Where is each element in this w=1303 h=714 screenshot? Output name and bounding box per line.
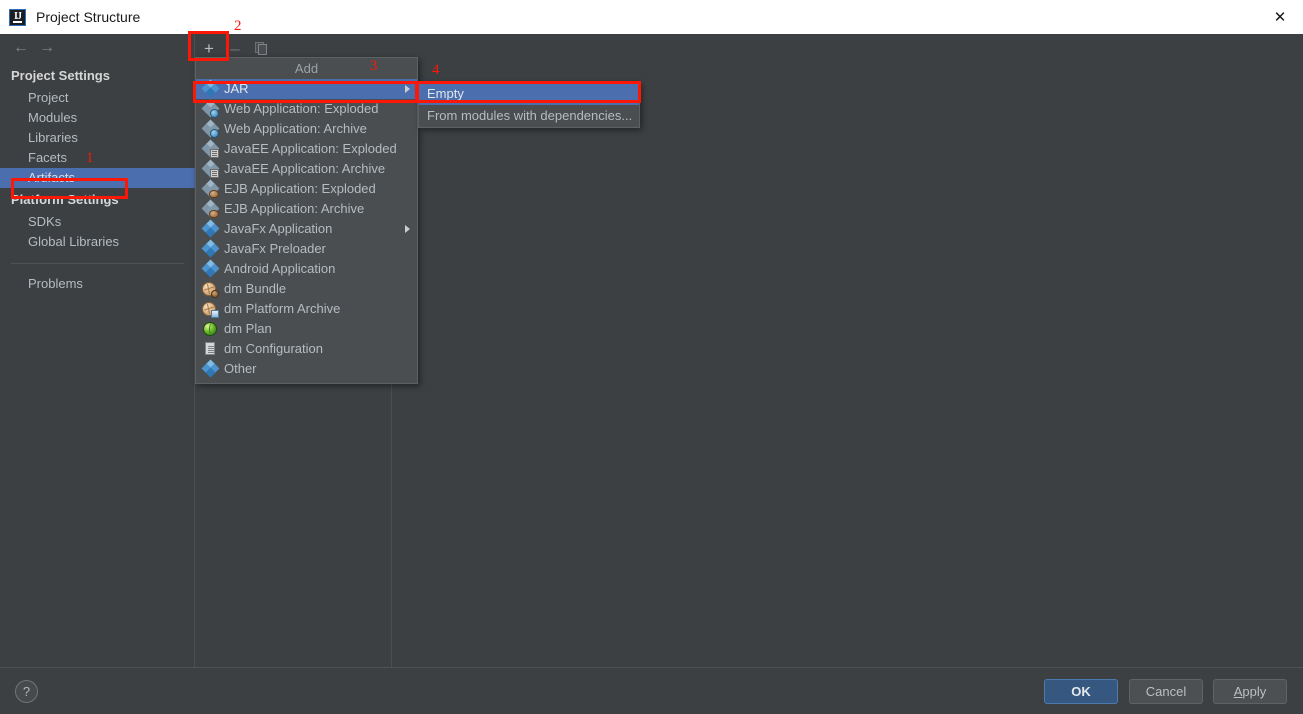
menu-item-label: JavaEE Application: Archive xyxy=(224,161,386,176)
nav-group-platform-settings: Platform Settings xyxy=(11,192,119,207)
apply-button[interactable]: Apply xyxy=(1213,679,1287,704)
menu-item-label: dm Platform Archive xyxy=(224,301,341,316)
menu-item-ejb-application-exploded[interactable]: EJB Application: Exploded xyxy=(196,179,417,199)
menu-item-label: Empty xyxy=(427,86,464,101)
sidebar-item-artifacts[interactable]: Artifacts xyxy=(0,168,195,188)
add-artifact-popup-menu: Add JAR Web Application: Exploded Web Ap… xyxy=(195,57,418,384)
popup-title: Add xyxy=(294,61,319,76)
title-bar: IJ Project Structure ✕ xyxy=(0,0,1303,35)
window-title: Project Structure xyxy=(36,9,141,25)
menu-item-other[interactable]: Other xyxy=(196,359,417,379)
menu-item-javafx-application[interactable]: JavaFx Application xyxy=(196,219,417,239)
menu-item-label: EJB Application: Exploded xyxy=(224,181,376,196)
menu-item-label: JAR xyxy=(224,81,249,96)
menu-item-label: Other xyxy=(224,361,257,376)
menu-item-label: JavaFx Application xyxy=(224,221,333,236)
menu-item-label: EJB Application: Archive xyxy=(224,201,365,216)
sidebar-item-modules[interactable]: Modules xyxy=(0,108,195,128)
chevron-right-icon xyxy=(405,85,410,93)
chevron-right-icon xyxy=(405,225,410,233)
menu-item-label: dm Plan xyxy=(224,321,272,336)
dm-plan-icon xyxy=(202,321,218,337)
arrow-right-icon[interactable]: → xyxy=(34,37,60,59)
web-application-archive-icon xyxy=(201,119,219,138)
javafx-application-icon xyxy=(201,219,219,238)
menu-item-label: Web Application: Exploded xyxy=(224,101,379,116)
menu-item-dm-configuration[interactable]: dm Configuration xyxy=(196,339,417,359)
menu-item-javaee-application-archive[interactable]: JavaEE Application: Archive xyxy=(196,159,417,179)
sidebar-item-facets[interactable]: Facets xyxy=(0,148,195,168)
javafx-preloader-icon xyxy=(201,239,219,258)
sidebar-item-problems[interactable]: Problems xyxy=(0,274,195,294)
javaee-application-archive-icon xyxy=(201,159,219,178)
apply-label-rest: pply xyxy=(1242,684,1267,699)
menu-item-empty[interactable]: Empty xyxy=(419,83,639,105)
sidebar-item-sdks[interactable]: SDKs xyxy=(0,212,195,232)
close-icon[interactable]: ✕ xyxy=(1257,0,1303,33)
dialog-footer: ? OK Cancel Apply xyxy=(0,667,1303,714)
menu-item-javafx-preloader[interactable]: JavaFx Preloader xyxy=(196,239,417,259)
artifact-detail-pane xyxy=(393,62,1303,667)
web-application-exploded-icon xyxy=(201,99,219,118)
menu-item-from-modules-with-dependencies[interactable]: From modules with dependencies... xyxy=(419,105,639,127)
sidebar-item-global-libraries[interactable]: Global Libraries xyxy=(0,232,195,252)
intellij-idea-icon: IJ xyxy=(9,8,26,26)
sidebar-item-libraries[interactable]: Libraries xyxy=(0,128,195,148)
dm-configuration-icon xyxy=(202,341,218,357)
menu-item-android-application[interactable]: Android Application xyxy=(196,259,417,279)
menu-item-label: JavaFx Preloader xyxy=(224,241,326,256)
dm-bundle-icon xyxy=(202,281,219,298)
menu-item-label: dm Bundle xyxy=(224,281,287,296)
ejb-application-exploded-icon xyxy=(201,179,219,198)
nav-history-toolbar: ← → xyxy=(0,34,195,62)
sidebar-divider xyxy=(11,263,184,264)
menu-item-label: dm Configuration xyxy=(224,341,323,356)
menu-item-jar[interactable]: JAR xyxy=(196,79,417,99)
arrow-left-icon[interactable]: ← xyxy=(8,37,34,59)
menu-item-ejb-application-archive[interactable]: EJB Application: Archive xyxy=(196,199,417,219)
jar-icon xyxy=(201,79,219,98)
settings-nav-list: Project Settings Project Modules Librari… xyxy=(0,64,195,294)
menu-item-dm-platform-archive[interactable]: dm Platform Archive xyxy=(196,299,417,319)
jar-submenu: Empty From modules with dependencies... xyxy=(418,82,640,128)
cancel-button[interactable]: Cancel xyxy=(1129,679,1203,704)
javaee-application-exploded-icon xyxy=(201,139,219,158)
menu-item-javaee-application-exploded[interactable]: JavaEE Application: Exploded xyxy=(196,139,417,159)
menu-item-dm-bundle[interactable]: dm Bundle xyxy=(196,279,417,299)
menu-item-label: Web Application: Archive xyxy=(224,121,367,136)
other-icon xyxy=(201,359,219,378)
menu-item-dm-plan[interactable]: dm Plan xyxy=(196,319,417,339)
menu-item-label: JavaEE Application: Exploded xyxy=(224,141,397,156)
dm-platform-archive-icon xyxy=(202,301,219,318)
ok-button[interactable]: OK xyxy=(1044,679,1118,704)
menu-item-label: From modules with dependencies... xyxy=(427,108,633,123)
menu-item-web-application-exploded[interactable]: Web Application: Exploded xyxy=(196,99,417,119)
sidebar-item-project[interactable]: Project xyxy=(0,88,195,108)
android-application-icon xyxy=(201,259,219,278)
menu-item-web-application-archive[interactable]: Web Application: Archive xyxy=(196,119,417,139)
apply-mnemonic: A xyxy=(1233,684,1243,699)
ejb-application-archive-icon xyxy=(201,199,219,218)
nav-group-project-settings: Project Settings xyxy=(11,68,110,83)
project-structure-dialog: IJ Project Structure ✕ ← → Project Setti… xyxy=(0,0,1303,714)
help-button[interactable]: ? xyxy=(15,680,38,703)
menu-item-label: Android Application xyxy=(224,261,336,276)
settings-sidebar: ← → Project Settings Project Modules Lib… xyxy=(0,34,195,667)
